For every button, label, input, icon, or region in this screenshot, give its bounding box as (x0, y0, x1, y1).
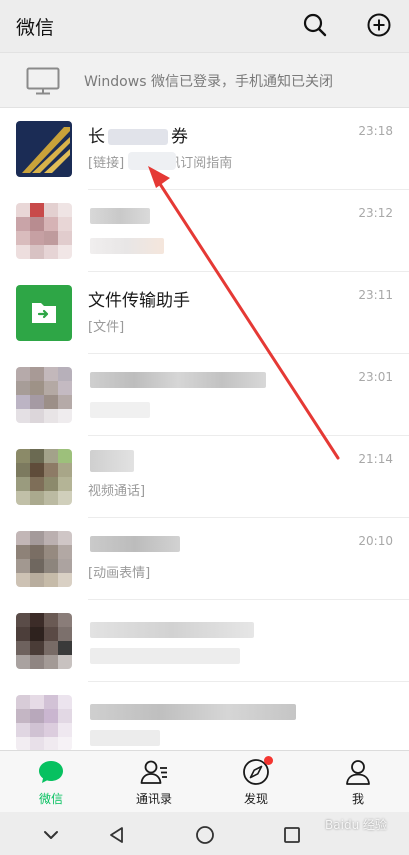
chat-time: 23:18 (358, 124, 393, 138)
tab-label: 微信 (38, 792, 63, 806)
chat-time: 23:11 (358, 288, 393, 302)
tab-chats[interactable]: 微信 (11, 757, 91, 811)
monitor-icon (26, 67, 60, 95)
chat-row[interactable]: 文件传输助手 [文件] 23:11 (0, 272, 409, 354)
chat-row[interactable]: 视频通话] 21:14 (0, 436, 409, 518)
add-button[interactable] (364, 10, 394, 40)
desktop-login-notice[interactable]: Windows 微信已登录，手机通知已关闭 (0, 52, 409, 108)
tab-contacts[interactable]: 通讯录 (114, 757, 194, 811)
notice-text: Windows 微信已登录，手机通知已关闭 (84, 74, 333, 90)
top-bar: 微信 (0, 0, 409, 52)
search-button[interactable] (300, 10, 330, 40)
chat-list[interactable]: 长券 [链接] 每日资讯订阅指南 23:18 23:12 文件传输助手 [文件]… (0, 108, 409, 750)
chat-time: 20:10 (358, 534, 393, 548)
person-icon (346, 760, 370, 785)
chevron-down-icon (44, 831, 58, 839)
avatar (16, 695, 72, 750)
notification-dot (264, 756, 273, 765)
home-circle-icon (196, 826, 214, 844)
nav-back-button[interactable] (106, 824, 128, 846)
chat-row[interactable]: 长券 [链接] 每日资讯订阅指南 23:18 (0, 108, 409, 190)
nav-home-button[interactable] (194, 824, 216, 846)
chat-time: 23:12 (358, 206, 393, 220)
tab-me[interactable]: 我 (318, 757, 398, 811)
avatar (16, 285, 72, 341)
nav-recents-button[interactable] (281, 824, 303, 846)
bottom-tab-bar: 微信 通讯录 发现 我 (0, 750, 409, 812)
avatar (16, 121, 72, 177)
chat-row[interactable]: [动画表情] 20:10 (0, 518, 409, 600)
nav-collapse-button[interactable] (40, 824, 62, 846)
chat-time: 23:01 (358, 370, 393, 384)
chat-preview: 视频通话] (88, 484, 146, 499)
chat-name: 文件传输助手 (88, 291, 190, 311)
avatar (16, 367, 72, 423)
chat-preview: [文件] (88, 320, 125, 335)
plus-circle-icon (367, 13, 391, 37)
chat-name: 长券 (88, 127, 188, 147)
search-icon (303, 13, 327, 37)
tab-label: 通讯录 (135, 792, 172, 806)
chat-row[interactable] (0, 682, 409, 750)
chat-preview: [动画表情] (88, 566, 151, 581)
back-triangle-icon (110, 827, 123, 843)
tab-label: 发现 (243, 792, 268, 806)
avatar (16, 203, 72, 259)
tab-discover[interactable]: 发现 (216, 756, 296, 811)
chat-time: 21:14 (358, 452, 393, 466)
chat-row[interactable]: 23:01 (0, 354, 409, 436)
tab-label: 我 (351, 792, 364, 806)
avatar (16, 531, 72, 587)
avatar (16, 449, 72, 505)
system-nav-bar: Baidu 经验 (0, 812, 409, 855)
watermark: Baidu 经验 (325, 818, 387, 832)
recents-square-icon (284, 827, 300, 843)
contacts-icon (140, 760, 167, 784)
avatar (16, 613, 72, 669)
chat-row[interactable]: 23:12 (0, 190, 409, 272)
chat-row[interactable] (0, 600, 409, 682)
app-title: 微信 (16, 17, 55, 39)
chat-bubble-icon (39, 761, 63, 783)
